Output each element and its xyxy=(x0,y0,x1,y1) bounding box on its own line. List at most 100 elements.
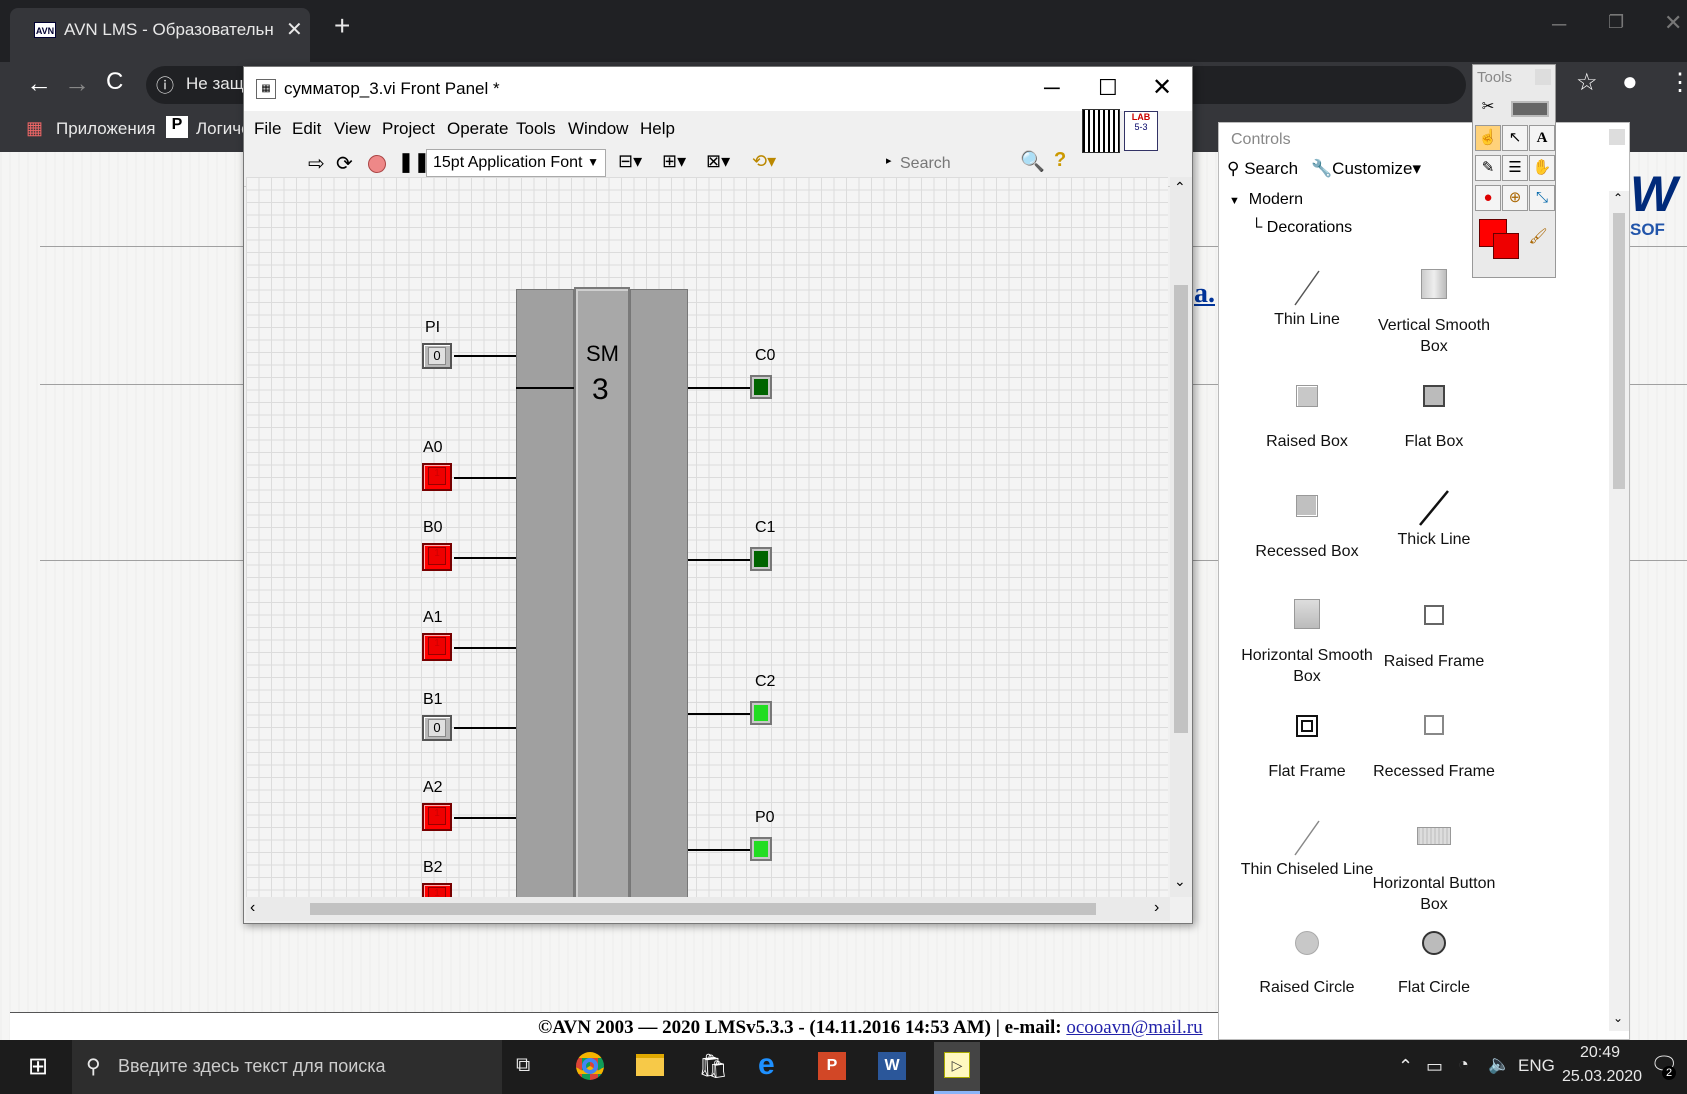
clock-date[interactable]: 25.03.2020 xyxy=(1562,1068,1642,1086)
get-color-tool-icon[interactable]: ⤡ xyxy=(1529,185,1555,211)
lv-vertical-scrollbar[interactable]: ⌃ ⌄ xyxy=(1170,177,1192,897)
tools-close-icon[interactable] xyxy=(1535,69,1551,85)
palette-item-recessed-frame[interactable]: Recessed Frame xyxy=(1364,703,1504,782)
lv-close-icon[interactable]: ✕ xyxy=(1152,73,1172,102)
reload-icon[interactable]: C xyxy=(106,68,123,96)
profile-icon[interactable]: ● xyxy=(1622,66,1638,97)
context-help-icon[interactable]: ? xyxy=(1054,149,1066,172)
vscroll-thumb[interactable] xyxy=(1174,285,1188,733)
input-a0-toggle[interactable]: 1 xyxy=(422,463,452,491)
browser-menu-icon[interactable]: ⋮ xyxy=(1668,68,1687,97)
position-tool-icon[interactable]: ↖ xyxy=(1502,125,1528,151)
breakpoint-tool-icon[interactable]: ● xyxy=(1475,185,1501,211)
menu-operate[interactable]: Operate xyxy=(447,119,508,139)
lv-maximize-icon[interactable]: ☐ xyxy=(1098,75,1118,101)
bookmark-apps[interactable]: Приложения xyxy=(56,119,155,139)
browser-tab[interactable]: AVN AVN LMS - Образовательный п ✕ xyxy=(10,8,310,62)
palette-customize-button[interactable]: 🔧Customize▾ xyxy=(1311,159,1421,179)
palette-item-raised-circle[interactable]: Raised Circle xyxy=(1237,923,1377,998)
menu-edit[interactable]: Edit xyxy=(292,119,321,139)
palette-item-horizontal-button-box[interactable]: Horizontal Button Box xyxy=(1364,813,1504,915)
palette-search-button[interactable]: ⚲ Search xyxy=(1227,159,1298,179)
taskbar-search-box[interactable]: ⚲ Введите здесь текст для поиска xyxy=(72,1040,502,1094)
scroll-tool-icon[interactable]: ✋ xyxy=(1529,155,1555,181)
object-shortcut-menu-icon[interactable]: ☰ xyxy=(1502,155,1528,181)
palette-item-raised-box[interactable]: Raised Box xyxy=(1237,373,1377,452)
scroll-down-icon[interactable]: ⌄ xyxy=(1174,873,1186,890)
chrome-taskbar-icon[interactable] xyxy=(576,1052,604,1080)
close-browser-icon[interactable]: ✕ xyxy=(1664,10,1682,36)
bookmark-star-icon[interactable]: ☆ xyxy=(1576,68,1598,97)
labview-taskbar-icon[interactable]: ▷ xyxy=(934,1042,980,1094)
input-pi-toggle[interactable]: 0 xyxy=(422,343,452,369)
reorder-icon[interactable]: ⟲▾ xyxy=(752,151,776,172)
input-a1-toggle[interactable]: 1 xyxy=(422,633,452,661)
palette-item-thin-chiseled-line[interactable]: Thin Chiseled Line xyxy=(1237,813,1377,880)
tab-close-icon[interactable]: ✕ xyxy=(286,17,303,42)
distribute-objects-icon[interactable]: ⊞▾ xyxy=(662,151,686,172)
palette-item-recessed-box[interactable]: Recessed Box xyxy=(1237,483,1377,562)
palette-item-raised-frame[interactable]: Raised Frame xyxy=(1364,593,1504,672)
palette-item-flat-frame[interactable]: Flat Frame xyxy=(1237,703,1377,782)
lv-horizontal-scrollbar[interactable]: ‹ › xyxy=(246,897,1170,921)
color-swatch-background[interactable] xyxy=(1493,233,1519,259)
run-arrow-icon[interactable]: ⇨ xyxy=(308,151,325,176)
new-tab-button[interactable]: + xyxy=(334,10,350,42)
input-a2-toggle[interactable]: 1 xyxy=(422,803,452,831)
palette-scrollbar[interactable]: ⌃ ⌄ xyxy=(1609,191,1629,1031)
back-icon[interactable]: ← xyxy=(26,68,52,99)
controls-close-icon[interactable] xyxy=(1609,129,1625,145)
tray-chevron-icon[interactable]: ⌃ xyxy=(1398,1056,1413,1077)
connector-pane-icon[interactable] xyxy=(1082,109,1120,153)
font-select[interactable]: 15pt Application Font ▼ xyxy=(426,149,606,177)
file-explorer-icon[interactable] xyxy=(636,1054,664,1076)
auto-tool-icon[interactable]: ✂ xyxy=(1475,95,1501,121)
footer-email-link[interactable]: ocooavn@mail.ru xyxy=(1066,1017,1202,1038)
input-b1-toggle[interactable]: 0 xyxy=(422,715,452,741)
powerpoint-icon[interactable]: P xyxy=(818,1052,846,1080)
menu-help[interactable]: Help xyxy=(640,119,675,139)
task-view-icon[interactable]: ⧉ xyxy=(516,1054,530,1077)
tree-child[interactable]: └ Decorations xyxy=(1251,219,1352,237)
scroll-left-icon[interactable]: ‹ xyxy=(250,899,255,917)
minimize-browser-icon[interactable]: ─ xyxy=(1552,14,1566,37)
palette-item-thin-line[interactable]: Thin Line xyxy=(1237,263,1377,330)
palette-item-thick-line[interactable]: Thick Line xyxy=(1364,483,1504,550)
input-b2-toggle[interactable]: 1 xyxy=(422,883,452,897)
scroll-up-icon[interactable]: ⌃ xyxy=(1174,179,1186,196)
front-panel-canvas[interactable]: SM 3 PI 0 A0 1 B0 1 A1 1 B1 0 A2 1 B2 1 … xyxy=(246,177,1168,897)
menu-file[interactable]: File xyxy=(254,119,281,139)
volume-icon[interactable]: 🔈 xyxy=(1488,1054,1510,1075)
edge-icon[interactable]: e xyxy=(758,1048,775,1082)
language-indicator[interactable]: ENG xyxy=(1518,1056,1555,1076)
edit-text-tool-icon[interactable]: A xyxy=(1529,125,1555,151)
word-icon[interactable]: W xyxy=(878,1052,906,1080)
menu-view[interactable]: View xyxy=(334,119,371,139)
forward-icon[interactable]: → xyxy=(64,68,90,99)
operate-value-tool-icon[interactable]: ☝ xyxy=(1475,125,1501,151)
run-continuously-icon[interactable]: ⟳ xyxy=(336,151,353,176)
palette-scroll-thumb[interactable] xyxy=(1613,213,1625,489)
tree-root[interactable]: ▼ Modern xyxy=(1229,191,1303,209)
windows-start-icon[interactable]: ⊞ xyxy=(28,1052,48,1081)
input-b0-toggle[interactable]: 1 xyxy=(422,543,452,571)
color-brush-icon[interactable]: 🖌 xyxy=(1525,225,1551,251)
network-icon[interactable]: ◔ xyxy=(1458,1054,1469,1075)
resize-objects-icon[interactable]: ⊠▾ xyxy=(706,151,730,172)
palette-item-horizontal-smooth-box[interactable]: Horizontal Smooth Box xyxy=(1237,593,1377,687)
abort-icon[interactable] xyxy=(368,155,386,173)
search-icon[interactable]: 🔍 xyxy=(1020,149,1045,174)
palette-item-flat-box[interactable]: Flat Box xyxy=(1364,373,1504,452)
clock-time[interactable]: 20:49 xyxy=(1580,1044,1620,1062)
lv-minimize-icon[interactable]: ─ xyxy=(1044,75,1060,101)
palette-item-flat-circle[interactable]: Flat Circle xyxy=(1364,923,1504,998)
probe-tool-icon[interactable]: ⊕ xyxy=(1502,185,1528,211)
align-objects-icon[interactable]: ⊟▾ xyxy=(618,151,642,172)
battery-icon[interactable]: ▭ xyxy=(1426,1056,1443,1077)
store-icon[interactable]: 🛍 xyxy=(698,1052,728,1081)
apps-icon[interactable]: ▦ xyxy=(26,118,43,139)
menu-tools[interactable]: Tools xyxy=(516,119,556,139)
scroll-right-icon[interactable]: › xyxy=(1154,899,1159,917)
hscroll-thumb[interactable] xyxy=(310,903,1096,915)
menu-project[interactable]: Project xyxy=(382,119,435,139)
